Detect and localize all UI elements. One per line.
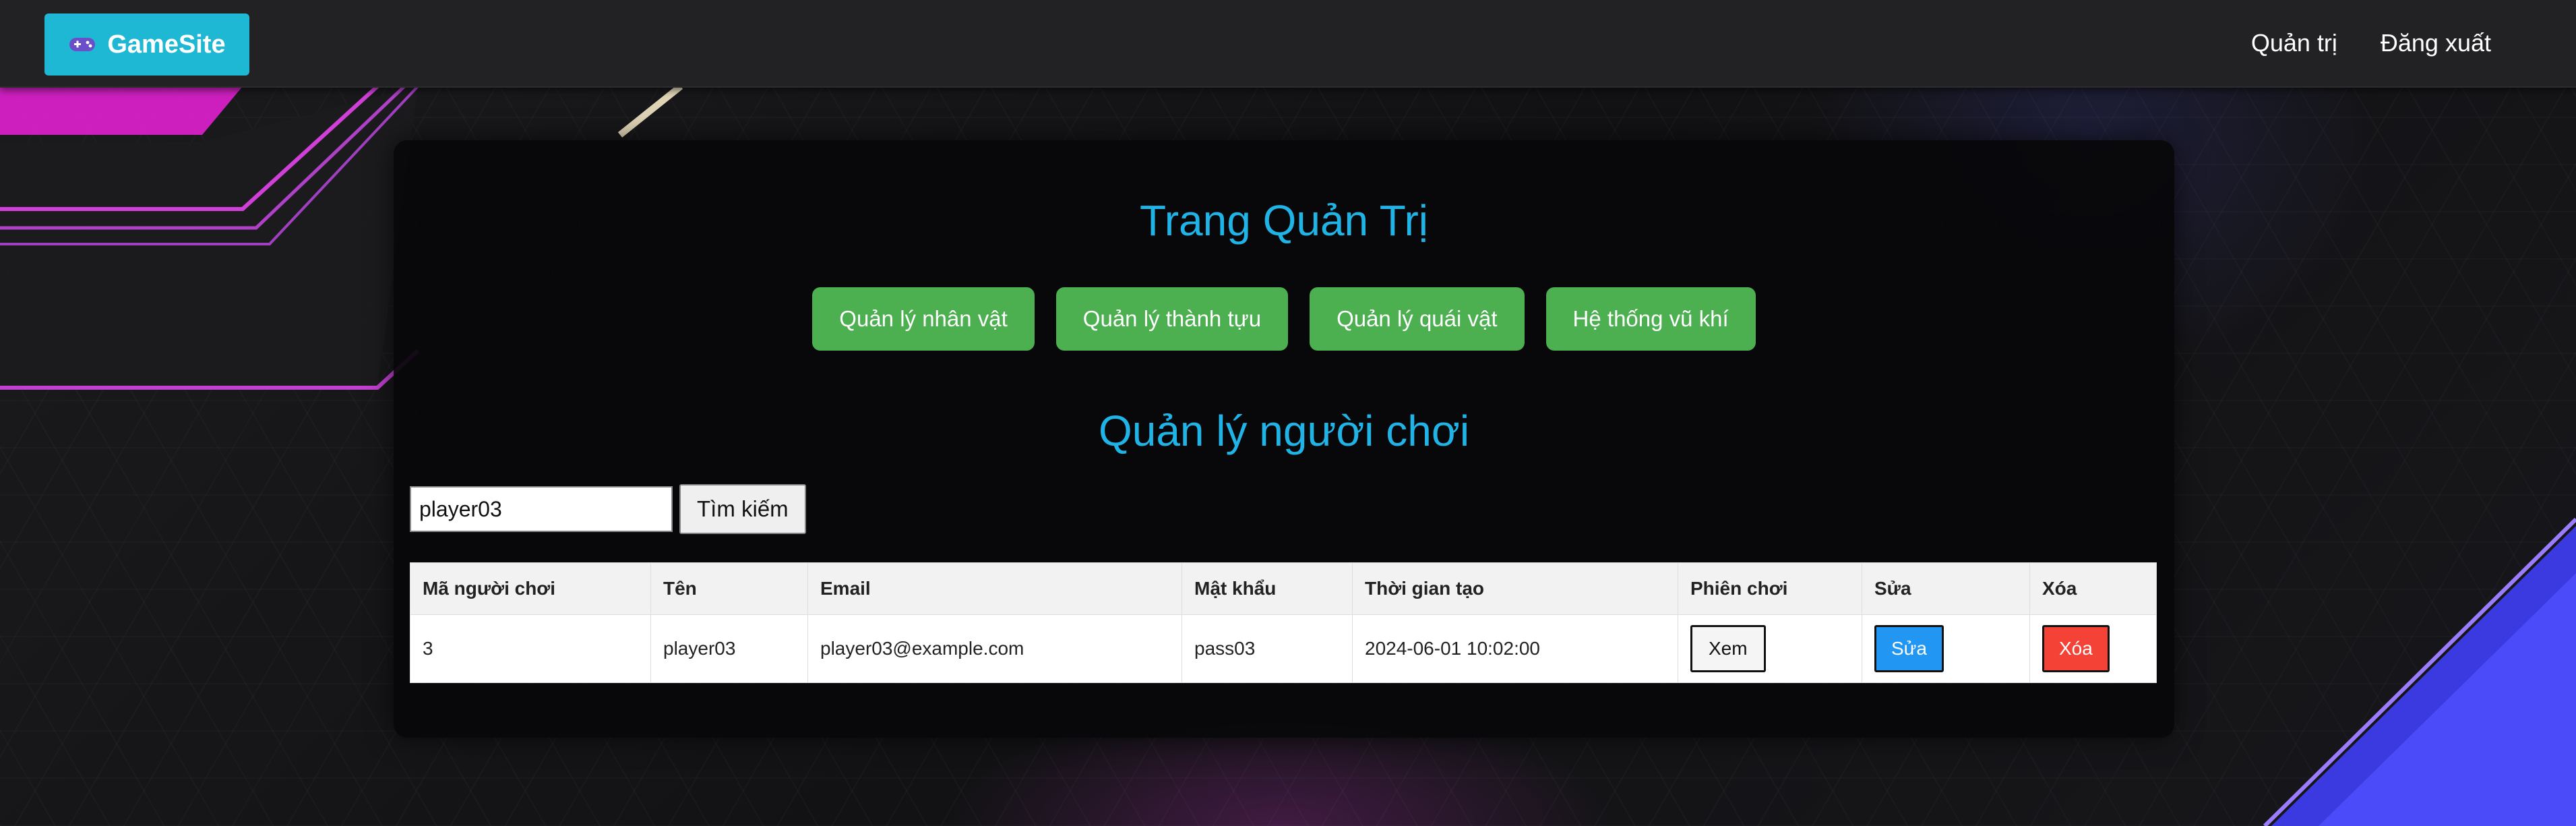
search-bar: Tìm kiếm — [410, 484, 806, 534]
column-header-email: Email — [807, 562, 1182, 615]
navbar: GameSite Quản trị Đăng xuất — [0, 0, 2576, 88]
cell-delete: Xóa — [2029, 614, 2157, 683]
table-row: 3 player03 player03@example.com pass03 2… — [410, 614, 2157, 683]
cell-id: 3 — [410, 614, 651, 683]
nav-link-logout[interactable]: Đăng xuất — [2381, 29, 2491, 57]
table-header-row: Mã người chơi Tên Email Mật khẩu Thời gi… — [410, 562, 2157, 615]
column-header-created: Thời gian tạo — [1352, 562, 1678, 615]
nav-link-admin[interactable]: Quản trị — [2251, 29, 2337, 57]
page: GameSite Quản trị Đăng xuất Trang Quản T… — [0, 0, 2576, 826]
cell-password: pass03 — [1182, 614, 1353, 683]
players-section-title: Quản lý người chơi — [1098, 407, 1470, 455]
admin-menu: Quản lý nhân vật Quản lý thành tựu Quản … — [394, 287, 2174, 351]
players-table: Mã người chơi Tên Email Mật khẩu Thời gi… — [410, 562, 2157, 683]
cell-created: 2024-06-01 10:02:00 — [1352, 614, 1678, 683]
cell-sessions: Xem — [1678, 614, 1862, 683]
column-header-sessions: Phiên chơi — [1678, 562, 1862, 615]
brand-label: GameSite — [107, 30, 226, 59]
column-header-password: Mật khẩu — [1182, 562, 1353, 615]
view-sessions-button[interactable]: Xem — [1690, 625, 1766, 672]
manage-characters-button[interactable]: Quản lý nhân vật — [812, 287, 1035, 351]
gamepad-icon — [69, 38, 96, 51]
delete-player-button[interactable]: Xóa — [2042, 625, 2110, 672]
brand-logo[interactable]: GameSite — [44, 13, 249, 76]
search-button[interactable]: Tìm kiếm — [679, 484, 806, 534]
edit-player-button[interactable]: Sửa — [1874, 625, 1944, 672]
column-header-name: Tên — [650, 562, 808, 615]
column-header-edit: Sửa — [1862, 562, 2030, 615]
cell-email: player03@example.com — [807, 614, 1182, 683]
cell-name: player03 — [650, 614, 808, 683]
admin-panel: Trang Quản Trị Quản lý nhân vật Quản lý … — [394, 140, 2174, 738]
manage-monsters-button[interactable]: Quản lý quái vật — [1310, 287, 1525, 351]
nav-links: Quản trị Đăng xuất — [2251, 0, 2491, 86]
admin-title: Trang Quản Trị — [1139, 196, 1429, 245]
column-header-id: Mã người chơi — [410, 562, 651, 615]
weapon-system-button[interactable]: Hệ thống vũ khí — [1545, 287, 1756, 351]
search-input[interactable] — [410, 486, 673, 532]
column-header-delete: Xóa — [2029, 562, 2157, 615]
manage-achievements-button[interactable]: Quản lý thành tựu — [1055, 287, 1289, 351]
cell-edit: Sửa — [1862, 614, 2030, 683]
